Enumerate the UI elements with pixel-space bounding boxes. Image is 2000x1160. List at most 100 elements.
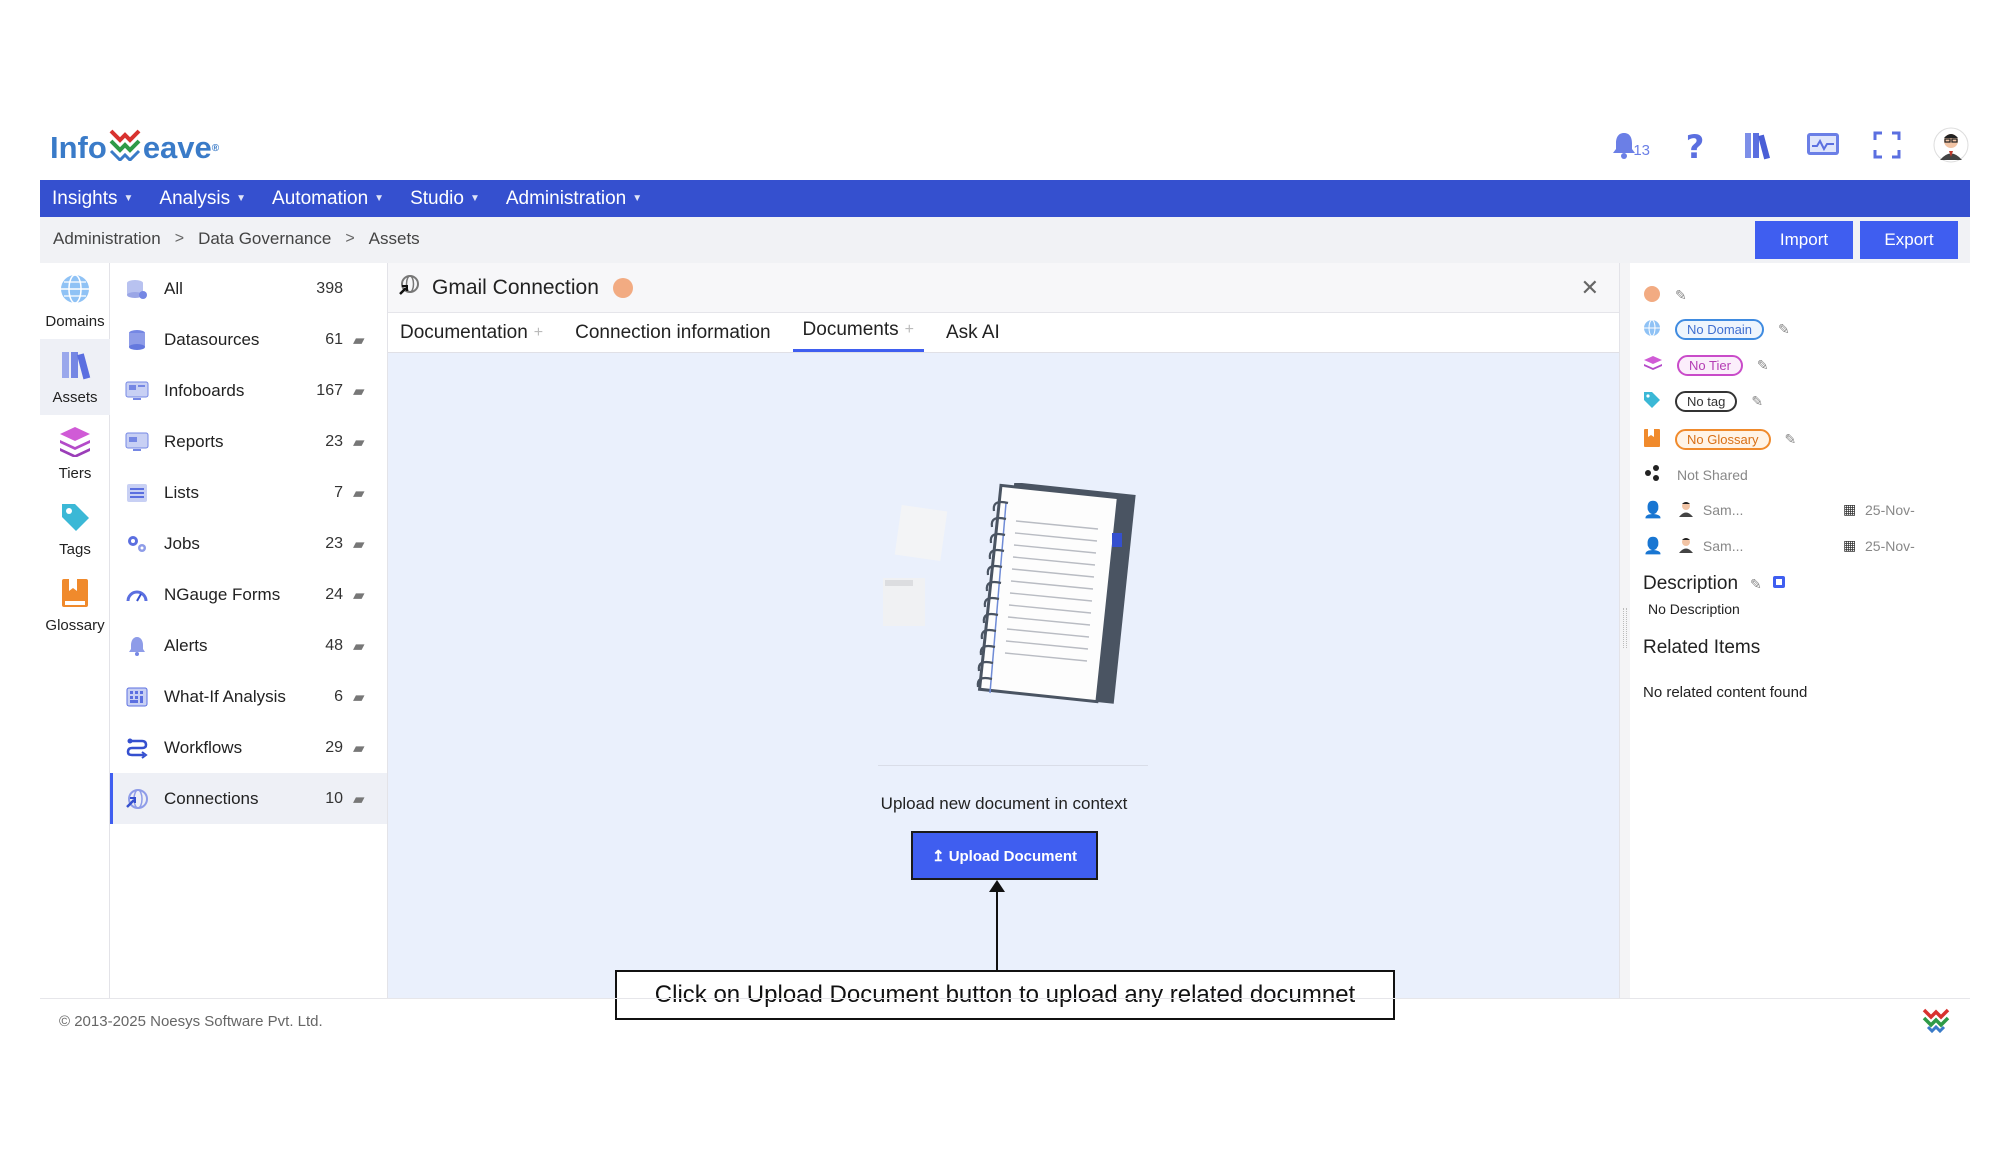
rail-assets[interactable]: Assets: [40, 339, 110, 415]
asset-row-jobs[interactable]: Jobs 23 ▰: [110, 518, 387, 569]
rail-label: Tiers: [58, 464, 92, 482]
glossary-badge[interactable]: No Glossary: [1675, 429, 1771, 450]
gauge-icon: [124, 584, 150, 606]
rail-label: Assets: [52, 388, 98, 406]
tag-badge[interactable]: No tag: [1675, 391, 1738, 412]
asset-row-connections[interactable]: Connections 10 ▰: [110, 773, 387, 824]
menu-insights[interactable]: Insights ▼: [52, 188, 133, 210]
fullscreen-button[interactable]: [1868, 128, 1906, 166]
caret-down-icon: ▼: [236, 193, 247, 204]
edit-pencil-icon[interactable]: ✎: [1675, 287, 1687, 304]
folder-icon[interactable]: ▰: [353, 790, 375, 808]
folder-icon[interactable]: ▰: [353, 535, 375, 553]
panel-splitter[interactable]: [1620, 263, 1630, 998]
folder-icon[interactable]: ▰: [353, 637, 375, 655]
breadcrumb-item[interactable]: Administration: [53, 229, 161, 249]
asset-row-all[interactable]: All 398: [110, 263, 387, 314]
tab-documentation[interactable]: Documentation +: [400, 322, 553, 352]
logo-text-left: Info: [50, 130, 107, 165]
monitor-icon: [1806, 131, 1840, 164]
asset-row-infoboards[interactable]: Infoboards 167 ▰: [110, 365, 387, 416]
calendar-icon: ▦: [1843, 501, 1857, 517]
folder-icon[interactable]: ▰: [353, 382, 375, 400]
folder-icon[interactable]: ▰: [353, 433, 375, 451]
description-heading: Description ✎: [1643, 573, 1786, 595]
asset-count: 7: [334, 483, 343, 501]
help-button[interactable]: ?: [1676, 128, 1714, 166]
user-avatar-button[interactable]: [1932, 127, 1970, 166]
folder-icon[interactable]: ▰: [353, 739, 375, 757]
detail-tabs: Documentation + Connection information Do…: [388, 313, 1619, 353]
menu-label: Analysis: [159, 187, 231, 209]
modifier-row: 👤 Sam... ▦ 25-Nov-: [1643, 535, 1963, 556]
export-button[interactable]: Export: [1860, 221, 1958, 259]
app-header: Info eave ® 13 ?: [40, 120, 1970, 178]
footer-copyright: © 2013-2025 Noesys Software Pvt. Ltd.: [59, 1013, 323, 1030]
menu-automation[interactable]: Automation ▼: [272, 188, 384, 210]
header-actions: 13 ?: [1611, 127, 1970, 166]
asset-row-reports[interactable]: Reports 23 ▰: [110, 416, 387, 467]
edit-pencil-icon[interactable]: ✎: [1751, 393, 1763, 410]
edit-pencil-icon[interactable]: ✎: [1757, 357, 1769, 374]
tier-row: No Tier ✎: [1643, 355, 1769, 376]
edit-pencil-icon[interactable]: ✎: [1785, 431, 1797, 448]
connection-icon: [124, 788, 150, 810]
import-button[interactable]: Import: [1755, 221, 1853, 259]
layers-icon: [1643, 355, 1663, 376]
tab-ask-ai[interactable]: Ask AI: [946, 322, 1010, 352]
asset-row-what-if-analysis[interactable]: What-If Analysis 6 ▰: [110, 671, 387, 722]
tab-documents[interactable]: Documents +: [792, 319, 924, 352]
fullscreen-icon: [1873, 131, 1901, 164]
calendar-icon: ▦: [1843, 537, 1857, 553]
workflow-icon: [124, 737, 150, 759]
notifications-button[interactable]: 13: [1611, 128, 1650, 166]
modifier-date: 25-Nov-: [1865, 537, 1915, 554]
folder-icon[interactable]: ▰: [353, 331, 375, 349]
infoveave-logo[interactable]: Info eave ®: [50, 129, 219, 166]
asset-row-ngauge-forms[interactable]: NGauge Forms 24 ▰: [110, 569, 387, 620]
description-value: No Description: [1648, 601, 1740, 617]
upload-document-button[interactable]: ↥ Upload Document: [911, 831, 1098, 880]
asset-row-lists[interactable]: Lists 7 ▰: [110, 467, 387, 518]
asset-label: NGauge Forms: [164, 584, 281, 604]
breadcrumb-item[interactable]: Data Governance: [198, 229, 331, 249]
rail-glossary[interactable]: Glossary: [40, 567, 110, 643]
asset-count: 167: [316, 381, 343, 399]
library-button[interactable]: [1740, 128, 1778, 166]
rail-tags[interactable]: Tags: [40, 491, 110, 567]
footer-divider: [40, 998, 1970, 999]
edit-pencil-icon[interactable]: ✎: [1750, 576, 1762, 593]
monitor-button[interactable]: [1804, 128, 1842, 166]
close-icon[interactable]: ✕: [1581, 275, 1599, 301]
drag-handle-icon: [1623, 608, 1627, 648]
menu-analysis[interactable]: Analysis ▼: [159, 188, 246, 210]
domain-badge[interactable]: No Domain: [1675, 319, 1765, 340]
page-title: Gmail Connection: [432, 275, 599, 299]
tag-row: No tag ✎: [1643, 391, 1763, 412]
share-status: Not Shared: [1677, 466, 1748, 483]
folder-icon[interactable]: ▰: [353, 688, 375, 706]
rail-domains[interactable]: Domains: [40, 263, 110, 339]
asset-row-datasources[interactable]: Datasources 61 ▰: [110, 314, 387, 365]
ai-icon[interactable]: [1772, 573, 1786, 595]
owner-date: 25-Nov-: [1865, 501, 1915, 518]
edit-pencil-icon[interactable]: ✎: [1778, 321, 1790, 338]
rail-label: Domains: [45, 312, 105, 330]
menu-administration[interactable]: Administration ▼: [506, 188, 642, 210]
asset-row-alerts[interactable]: Alerts 48 ▰: [110, 620, 387, 671]
asset-label: All: [164, 278, 183, 298]
book-icon: [60, 577, 90, 617]
books-icon: [1743, 130, 1775, 165]
folder-icon[interactable]: ▰: [353, 484, 375, 502]
tier-badge[interactable]: No Tier: [1677, 355, 1743, 376]
asset-row-workflows[interactable]: Workflows 29 ▰: [110, 722, 387, 773]
folder-icon[interactable]: ▰: [353, 586, 375, 604]
tab-connection-information[interactable]: Connection information: [575, 322, 780, 352]
avatar: [1677, 499, 1695, 520]
menu-studio[interactable]: Studio ▼: [410, 188, 480, 210]
breadcrumb-item[interactable]: Assets: [369, 229, 420, 249]
database-icon: [124, 329, 150, 351]
question-icon: ?: [1685, 128, 1705, 166]
rail-tiers[interactable]: Tiers: [40, 415, 110, 491]
asset-count: 23: [325, 534, 343, 552]
